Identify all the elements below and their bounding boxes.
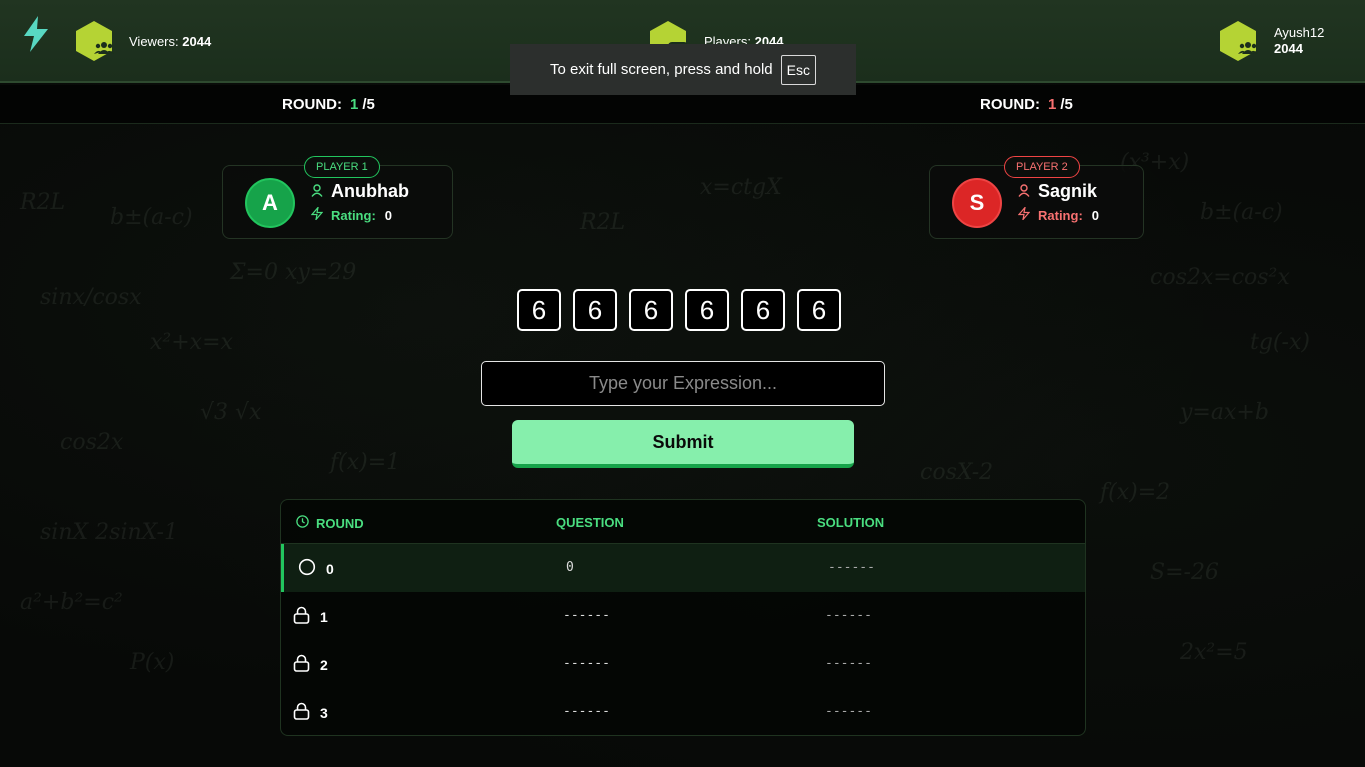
player2-tag: PLAYER 2 xyxy=(1004,156,1080,178)
row-solution: ------ xyxy=(825,704,872,719)
toast-message: To exit full screen, press and hold xyxy=(550,61,773,78)
round-indicator-right: ROUND: 1/5 xyxy=(980,96,1073,113)
digit-tile[interactable]: 6 xyxy=(685,289,729,331)
user-icon xyxy=(311,181,323,202)
player2-name-row: Sagnik xyxy=(1018,181,1097,202)
player2-rating: 0 xyxy=(1091,207,1100,223)
player1-tag: PLAYER 1 xyxy=(304,156,380,178)
row-round-number: 2 xyxy=(320,656,328,673)
digit-tile[interactable]: 6 xyxy=(797,289,841,331)
table-row[interactable]: 3 ------ ------ xyxy=(281,688,1085,735)
bolt-icon xyxy=(1017,205,1031,223)
viewers-badge-icon xyxy=(74,20,114,62)
row-solution: ------ xyxy=(825,608,872,623)
lock-icon xyxy=(293,606,310,627)
table-row[interactable]: 2 ------ ------ xyxy=(281,640,1085,688)
player2-avatar: S xyxy=(952,178,1002,228)
player2-rating-label: Rating: xyxy=(1038,207,1083,223)
player2-name: Sagnik xyxy=(1038,181,1098,201)
player1-name: Anubhab xyxy=(331,181,409,201)
player1-rating-row: Rating: 0 xyxy=(310,205,393,223)
player2-card: PLAYER 2 S Sagnik Rating: 0 xyxy=(929,156,1144,239)
round-total: /5 xyxy=(362,96,375,113)
row-solution: ------ xyxy=(825,656,872,671)
row-round-number: 3 xyxy=(320,704,328,721)
digit-tile[interactable]: 6 xyxy=(517,289,561,331)
expression-input[interactable] xyxy=(481,361,885,406)
header-solution-label: SOLUTION xyxy=(817,515,885,530)
submit-button[interactable]: Submit xyxy=(512,420,854,468)
digit-tile[interactable]: 6 xyxy=(741,289,785,331)
row-round: 1 xyxy=(293,606,328,627)
viewers-count: 2044 xyxy=(182,34,212,49)
round-total: /5 xyxy=(1060,96,1073,113)
header-solution: SOLUTION xyxy=(817,515,884,530)
rounds-table: ROUND QUESTION SOLUTION 0 0 ------ 1 ---… xyxy=(280,499,1086,736)
user-score: 2044 xyxy=(1274,41,1303,56)
fullscreen-toast: To exit full screen, press and hold Esc xyxy=(510,44,856,95)
player1-name-row: Anubhab xyxy=(311,181,409,202)
player2-rating-row: Rating: 0 xyxy=(1017,205,1100,223)
lock-icon xyxy=(293,654,310,675)
header-round: ROUND xyxy=(296,515,364,531)
digit-tile[interactable]: 6 xyxy=(629,289,673,331)
table-row[interactable]: 0 0 ------ xyxy=(281,544,1085,592)
user-badge-icon[interactable] xyxy=(1218,20,1258,62)
digit-tile[interactable]: 6 xyxy=(573,289,617,331)
viewers-stat: Viewers: 2044 xyxy=(129,34,211,49)
bolt-icon xyxy=(310,205,324,223)
round-label: ROUND: xyxy=(282,96,342,113)
header-question-label: QUESTION xyxy=(556,515,624,530)
round-indicator-left: ROUND: 1/5 xyxy=(282,96,375,113)
lightning-logo-icon xyxy=(20,16,52,52)
player1-card: PLAYER 1 A Anubhab Rating: 0 xyxy=(222,156,453,239)
row-question: ------ xyxy=(563,608,610,623)
row-question: ------ xyxy=(563,656,610,671)
round-current: 1 xyxy=(1048,96,1057,113)
row-round-number: 0 xyxy=(326,560,334,577)
round-current: 1 xyxy=(350,96,359,113)
table-header: ROUND QUESTION SOLUTION xyxy=(281,500,1085,544)
round-label: ROUND: xyxy=(980,96,1040,113)
lock-icon xyxy=(293,702,310,723)
table-row[interactable]: 1 ------ ------ xyxy=(281,592,1085,640)
circle-icon xyxy=(298,558,316,579)
header-round-label: ROUND xyxy=(316,515,364,531)
player1-rating: 0 xyxy=(384,207,393,223)
clock-icon xyxy=(296,515,309,531)
row-solution: ------ xyxy=(828,560,875,575)
user-info[interactable]: Ayush12 2044 xyxy=(1274,25,1324,57)
row-round: 0 xyxy=(298,558,334,579)
row-round: 3 xyxy=(293,702,328,723)
player1-avatar: A xyxy=(245,178,295,228)
row-question: ------ xyxy=(563,704,610,719)
user-icon xyxy=(1018,181,1030,202)
viewers-label: Viewers: xyxy=(129,34,179,49)
esc-key-hint: Esc xyxy=(780,54,816,85)
row-round-number: 1 xyxy=(320,608,328,625)
username: Ayush12 xyxy=(1274,25,1325,40)
row-question: 0 xyxy=(566,560,574,575)
player1-rating-label: Rating: xyxy=(331,207,376,223)
header-question: QUESTION xyxy=(556,515,624,530)
row-round: 2 xyxy=(293,654,328,675)
digit-tiles: 6 6 6 6 6 6 xyxy=(517,289,841,331)
